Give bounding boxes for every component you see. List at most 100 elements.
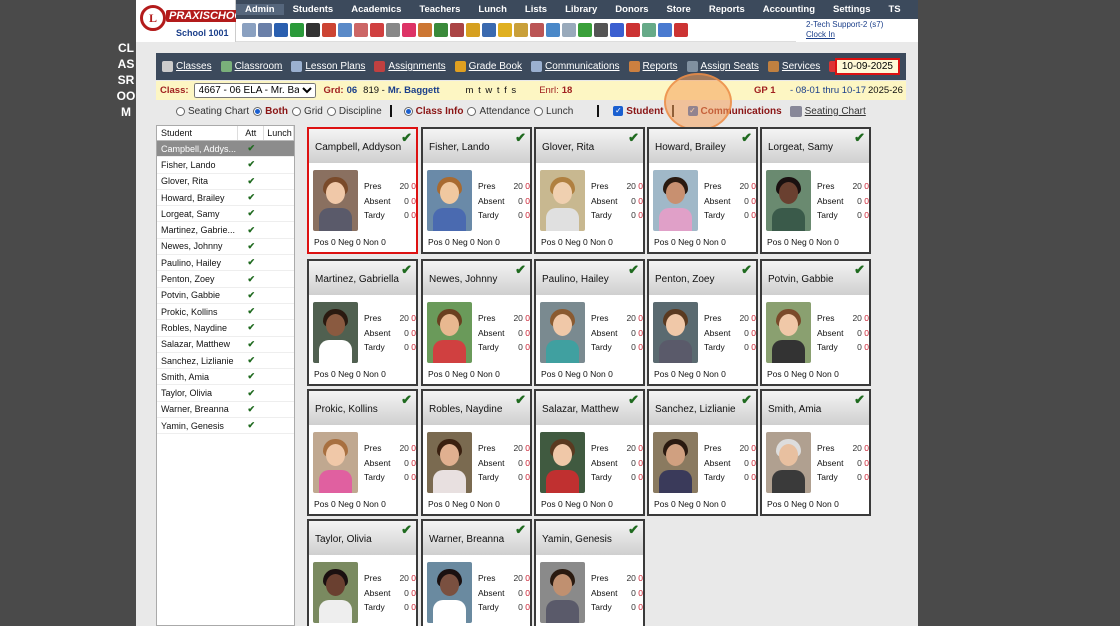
menu-students[interactable]: Students bbox=[284, 4, 343, 15]
nav-classes[interactable]: Classes bbox=[162, 61, 212, 72]
library-icon[interactable] bbox=[482, 23, 496, 37]
student-photo[interactable] bbox=[313, 302, 358, 363]
menu-donors[interactable]: Donors bbox=[606, 4, 657, 15]
monitor-icon[interactable] bbox=[338, 23, 352, 37]
present-check-icon[interactable]: ✔ bbox=[515, 262, 526, 278]
attendance-check-icon[interactable]: ✔ bbox=[238, 339, 264, 350]
student-list-row[interactable]: Salazar, Matthew ✔ bbox=[157, 337, 294, 353]
menu-lists[interactable]: Lists bbox=[516, 4, 556, 15]
discipline-radio[interactable] bbox=[326, 106, 336, 116]
attendance-check-icon[interactable]: ✔ bbox=[238, 274, 264, 285]
student-list-row[interactable]: Smith, Amia ✔ bbox=[157, 369, 294, 386]
search-icon[interactable] bbox=[242, 23, 256, 37]
student-icon[interactable] bbox=[402, 23, 416, 37]
parent-icon[interactable] bbox=[418, 23, 432, 37]
announce-icon[interactable] bbox=[322, 23, 336, 37]
schedule-icon[interactable] bbox=[354, 23, 368, 37]
clock-in-link[interactable]: Clock In bbox=[806, 30, 916, 40]
menu-library[interactable]: Library bbox=[556, 4, 606, 15]
student-list-row[interactable]: Warner, Breanna ✔ bbox=[157, 402, 294, 419]
student-photo[interactable] bbox=[313, 170, 358, 231]
attendance-check-icon[interactable]: ✔ bbox=[238, 143, 265, 155]
alert-icon[interactable] bbox=[674, 23, 688, 37]
menu-teachers[interactable]: Teachers bbox=[410, 4, 469, 15]
window-icon[interactable] bbox=[562, 23, 576, 37]
app-icon[interactable] bbox=[610, 23, 624, 37]
student-photo[interactable] bbox=[427, 302, 472, 363]
chat-icon[interactable] bbox=[290, 23, 304, 37]
clock-icon[interactable] bbox=[546, 23, 560, 37]
student-photo[interactable] bbox=[653, 432, 698, 493]
student-photo[interactable] bbox=[427, 170, 472, 231]
student-list-row[interactable]: Glover, Rita ✔ bbox=[157, 174, 294, 190]
present-check-icon[interactable]: ✔ bbox=[628, 262, 639, 278]
student-list-row[interactable]: Lorgeat, Samy ✔ bbox=[157, 206, 294, 223]
present-check-icon[interactable]: ✔ bbox=[854, 262, 865, 278]
student-list-row[interactable]: Robles, Naydine ✔ bbox=[157, 320, 294, 337]
student-card[interactable]: Campbell, Addyson ✔ Pres 20 0 Absent 0 0 Tardy… bbox=[307, 127, 418, 254]
menu-reports[interactable]: Reports bbox=[700, 4, 754, 15]
praxischool-logo[interactable]: L PRAXISCHOOL School 1001 bbox=[136, 0, 253, 42]
student-card[interactable]: Newes, Johnny ✔ Pres 20 0 Absent 0 0 Tardy 0 0P… bbox=[421, 259, 532, 386]
report-icon[interactable] bbox=[578, 23, 592, 37]
nav-services[interactable]: Services bbox=[767, 61, 820, 72]
attendance-check-icon[interactable]: ✔ bbox=[238, 176, 264, 187]
student-card[interactable]: Potvin, Gabbie ✔ Pres 20 0 Absent 0 0 Tardy 0 0… bbox=[760, 259, 871, 386]
student-photo[interactable] bbox=[540, 170, 585, 231]
nav-assign-seats[interactable]: Assign Seats bbox=[686, 61, 759, 72]
date-box[interactable]: 10-09-2025 bbox=[834, 58, 900, 75]
attendance-check-icon[interactable]: ✔ bbox=[238, 208, 264, 219]
student-photo[interactable] bbox=[540, 432, 585, 493]
student-photo[interactable] bbox=[313, 432, 358, 493]
menu-academics[interactable]: Academics bbox=[342, 4, 410, 15]
attendance-radio[interactable] bbox=[467, 106, 477, 116]
class-select[interactable]: 4667 - 06 ELA - Mr. Baggett bbox=[193, 83, 316, 98]
menu-lunch[interactable]: Lunch bbox=[469, 4, 516, 15]
printer-icon[interactable] bbox=[789, 105, 802, 117]
student-list-row[interactable]: Sanchez, Lizlianie ✔ bbox=[157, 353, 294, 370]
calendar-icon[interactable] bbox=[258, 23, 272, 37]
student-card[interactable]: Smith, Amia ✔ Pres 20 0 Absent 0 0 Tardy 0 0 Pos… bbox=[760, 389, 871, 516]
attendance-check-icon[interactable]: ✔ bbox=[238, 159, 264, 170]
present-check-icon[interactable]: ✔ bbox=[401, 262, 412, 278]
student-card[interactable]: Sanchez, Lizlianie ✔ Pres 20 0 Absent 0 0 Tard… bbox=[647, 389, 758, 516]
student-list-row[interactable]: Paulino, Hailey ✔ bbox=[157, 255, 294, 272]
nav-communications[interactable]: Communications bbox=[531, 61, 620, 72]
student-list-row[interactable]: Howard, Brailey ✔ bbox=[157, 190, 294, 207]
present-check-icon[interactable]: ✔ bbox=[628, 392, 639, 408]
student-photo[interactable] bbox=[540, 562, 585, 623]
attendance-check-icon[interactable]: ✔ bbox=[238, 355, 264, 366]
email-icon[interactable] bbox=[274, 23, 288, 37]
present-check-icon[interactable]: ✔ bbox=[515, 130, 526, 146]
present-check-icon[interactable]: ✔ bbox=[401, 392, 412, 408]
grid-radio[interactable] bbox=[291, 106, 301, 116]
present-check-icon[interactable]: ✔ bbox=[628, 522, 639, 538]
attendance-check-icon[interactable]: ✔ bbox=[238, 225, 264, 236]
student-photo[interactable] bbox=[653, 170, 698, 231]
megaphone-icon[interactable] bbox=[498, 23, 512, 37]
student-card[interactable]: Lorgeat, Samy ✔ Pres 20 0 Absent 0 0 Tardy 0 0P… bbox=[760, 127, 871, 254]
menu-settings[interactable]: Settings bbox=[824, 4, 879, 15]
student-photo[interactable] bbox=[427, 562, 472, 623]
student-card[interactable]: Taylor, Olivia ✔ Pres 20 0 Absent 0 0 Tardy 0 0… bbox=[307, 519, 418, 626]
checklist-icon[interactable] bbox=[370, 23, 384, 37]
attendance-check-icon[interactable]: ✔ bbox=[238, 241, 264, 252]
export-icon[interactable] bbox=[642, 23, 656, 37]
attendance-check-icon[interactable]: ✔ bbox=[238, 371, 264, 382]
student-card[interactable]: Prokic, Kollins ✔ Pres 20 0 Absent 0 0 Tardy 0 … bbox=[307, 389, 418, 516]
present-check-icon[interactable]: ✔ bbox=[854, 392, 865, 408]
student-photo[interactable] bbox=[653, 302, 698, 363]
student-list-row[interactable]: Penton, Zoey ✔ bbox=[157, 271, 294, 288]
present-check-icon[interactable]: ✔ bbox=[854, 130, 865, 146]
attendance-check-icon[interactable]: ✔ bbox=[238, 388, 264, 399]
award-icon[interactable] bbox=[514, 23, 528, 37]
seating-chart-radio[interactable] bbox=[176, 106, 185, 116]
attendance-check-icon[interactable]: ✔ bbox=[238, 322, 264, 333]
help-icon[interactable] bbox=[658, 23, 672, 37]
staff-icon[interactable] bbox=[530, 23, 544, 37]
present-check-icon[interactable]: ✔ bbox=[401, 522, 412, 538]
present-check-icon[interactable]: ✔ bbox=[515, 522, 526, 538]
seating-chart-link[interactable]: Seating Chart bbox=[805, 106, 866, 117]
student-list-row[interactable]: Potvin, Gabbie ✔ bbox=[157, 288, 294, 304]
card-icon[interactable] bbox=[594, 23, 608, 37]
